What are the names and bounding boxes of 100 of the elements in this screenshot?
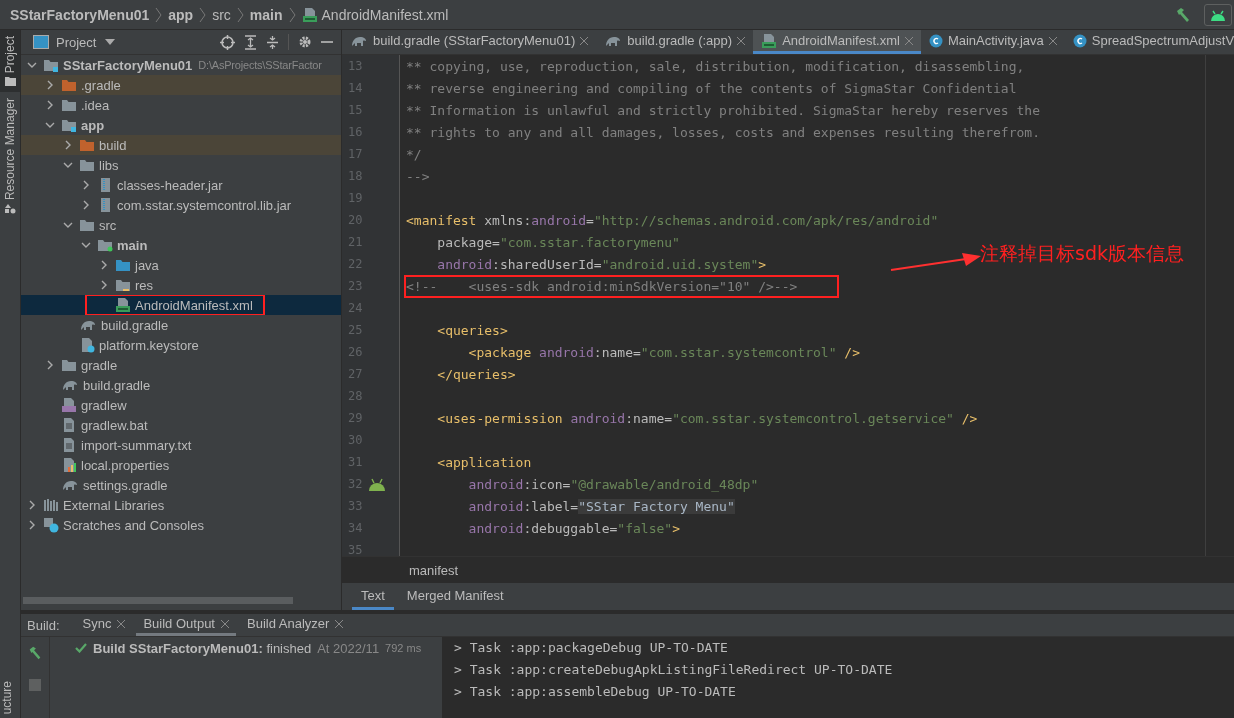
editor-tab[interactable]: AndroidManifest.xml — [753, 30, 921, 54]
expand-chevron-icon[interactable] — [27, 520, 37, 530]
tree-item-label[interactable]: build.gradle — [101, 317, 169, 333]
close-icon[interactable] — [580, 36, 589, 45]
manifest-file-icon — [301, 6, 318, 23]
close-icon[interactable] — [1048, 36, 1057, 45]
elephant-icon — [61, 478, 79, 492]
editor-tab[interactable]: MainActivity.java — [920, 30, 1065, 54]
folder-icon — [79, 158, 95, 172]
collapse-chevron-icon[interactable] — [45, 120, 55, 130]
horizontal-scrollbar[interactable] — [23, 597, 293, 604]
tree-item-label[interactable]: src — [99, 217, 117, 233]
tree-item-label[interactable]: gradlew — [81, 397, 127, 413]
collapse-chevron-icon[interactable] — [63, 220, 73, 230]
tree-item-label[interactable]: import-summary.txt — [81, 437, 192, 453]
tree-item-label[interactable]: Scratches and Consoles — [63, 517, 204, 533]
editor-tab[interactable]: SpreadSpectrumAdjustV — [1064, 30, 1234, 54]
tree-item-label[interactable]: local.properties — [81, 457, 170, 473]
tree-item-label[interactable]: res — [135, 277, 154, 293]
build-tab[interactable]: Build Analyzer — [240, 614, 351, 636]
expand-chevron-icon[interactable] — [63, 140, 73, 150]
expand-chevron-icon[interactable] — [45, 360, 55, 370]
module-folder-icon — [43, 58, 59, 72]
collapse-chevron-icon[interactable] — [63, 160, 73, 170]
collapse-all-icon[interactable] — [266, 34, 279, 50]
tool-window-tab[interactable]: ucture — [0, 678, 20, 718]
expand-chevron-icon[interactable] — [45, 100, 55, 110]
editor-mode-tab[interactable]: Merged Manifest — [397, 583, 513, 610]
tree-item-label[interactable]: gradle — [81, 357, 118, 373]
code-line: ** Information is unlawful and strictly prohibited. SigmaStar hereby reserves the — [406, 102, 1040, 118]
module-folder-icon — [61, 118, 77, 132]
tree-item-label[interactable]: gradlew.bat — [81, 417, 148, 433]
expand-all-icon[interactable] — [244, 34, 257, 50]
close-icon[interactable] — [117, 619, 126, 628]
code-line: ** reverse engineering and compiling of the contents of SigmaStar Confidential — [406, 80, 1017, 96]
build-tab[interactable]: Sync — [75, 614, 133, 636]
tree-item-label[interactable]: libs — [99, 157, 119, 173]
build-time: At 2022/11 — [317, 640, 380, 656]
tree-item-label[interactable]: build — [99, 137, 127, 153]
text-file-icon — [61, 437, 77, 453]
collapse-chevron-icon[interactable] — [81, 240, 91, 250]
text-file-icon — [61, 417, 77, 433]
build-result[interactable]: Build SStarFactoryMenu01: finished — [93, 640, 312, 656]
hammer-icon[interactable] — [1174, 5, 1192, 24]
expand-chevron-icon[interactable] — [81, 180, 91, 190]
breadcrumb-item[interactable]: AndroidManifest.xml — [321, 6, 449, 23]
code-line: package="com.sstar.factorymenu" — [436, 234, 680, 250]
folder-icon — [79, 218, 95, 232]
code-line: <application — [436, 454, 532, 470]
tree-item-label[interactable]: settings.gradle — [83, 477, 168, 493]
scratches-icon — [43, 517, 59, 533]
tree-item-label[interactable]: main — [117, 237, 148, 253]
tree-item-label[interactable]: java — [135, 257, 159, 273]
editor-breadcrumb[interactable]: manifest — [409, 562, 459, 578]
shapes-icon — [4, 204, 16, 215]
tool-window-tab[interactable]: Resource Manager — [0, 92, 20, 221]
tree-item-label[interactable]: External Libraries — [63, 497, 165, 513]
code-line: */ — [406, 146, 422, 162]
code-line: --> — [406, 168, 430, 184]
hammer-icon[interactable] — [27, 645, 43, 661]
tree-item-label[interactable]: build.gradle — [83, 377, 151, 393]
console-line: > Task :app:packageDebug UP-TO-DATE — [454, 639, 729, 657]
expand-chevron-icon[interactable] — [45, 80, 55, 90]
breadcrumb-item[interactable]: src — [212, 6, 231, 23]
expand-chevron-icon[interactable] — [81, 200, 91, 210]
breadcrumb-item[interactable]: SStarFactoryMenu01 — [10, 6, 150, 23]
editor-tab[interactable]: build.gradle (:app) — [596, 30, 754, 54]
class-icon — [928, 33, 943, 48]
code-line: <package android:name="com.sstar.systemcontrol" /> — [467, 344, 860, 360]
code-line: ** copying, use, reproduction, sale, distribution, modification, disassembling, — [406, 58, 1025, 74]
breadcrumb-item[interactable]: main — [249, 6, 283, 23]
tree-item-label[interactable]: .gradle — [81, 77, 121, 93]
editor-tab[interactable]: build.gradle (SStarFactoryMenu01) — [342, 30, 597, 54]
close-icon[interactable] — [737, 36, 746, 45]
tool-window-tab[interactable]: Project — [0, 30, 20, 93]
resource-folder-icon — [115, 278, 131, 292]
code-line: ** rights to any and all damages, losses, costs and expenses resulting therefrom. — [406, 124, 1040, 140]
tree-item-label[interactable]: platform.keystore — [99, 337, 199, 353]
close-icon[interactable] — [221, 619, 229, 628]
breadcrumb-separator-icon — [199, 6, 207, 23]
editor-mode-tab[interactable]: Text — [352, 583, 394, 610]
android-icon[interactable] — [368, 476, 386, 492]
project-view-dropdown[interactable]: Project — [56, 34, 97, 50]
expand-chevron-icon[interactable] — [27, 500, 37, 510]
breadcrumb-item[interactable]: app — [168, 6, 194, 23]
tree-item-label[interactable]: .idea — [81, 97, 110, 113]
close-icon[interactable] — [335, 619, 344, 628]
build-tab[interactable]: Build Output — [136, 614, 236, 636]
crosshair-icon[interactable] — [220, 34, 235, 50]
expand-chevron-icon[interactable] — [99, 280, 109, 290]
tree-item-label[interactable]: com.sstar.systemcontrol.lib.jar — [117, 197, 292, 213]
settings-icon[interactable] — [298, 35, 312, 49]
tree-item-label[interactable]: app — [81, 117, 105, 133]
expand-chevron-icon[interactable] — [99, 260, 109, 270]
collapse-chevron-icon[interactable] — [27, 60, 37, 70]
panel-title: Build: — [27, 616, 60, 635]
tree-item-label[interactable]: classes-header.jar — [117, 177, 223, 193]
project-path: D:\AsProjects\SStarFactor — [198, 59, 322, 71]
dropdown-caret-icon[interactable] — [105, 39, 116, 45]
tree-item-label[interactable]: SStarFactoryMenu01 — [63, 57, 193, 73]
